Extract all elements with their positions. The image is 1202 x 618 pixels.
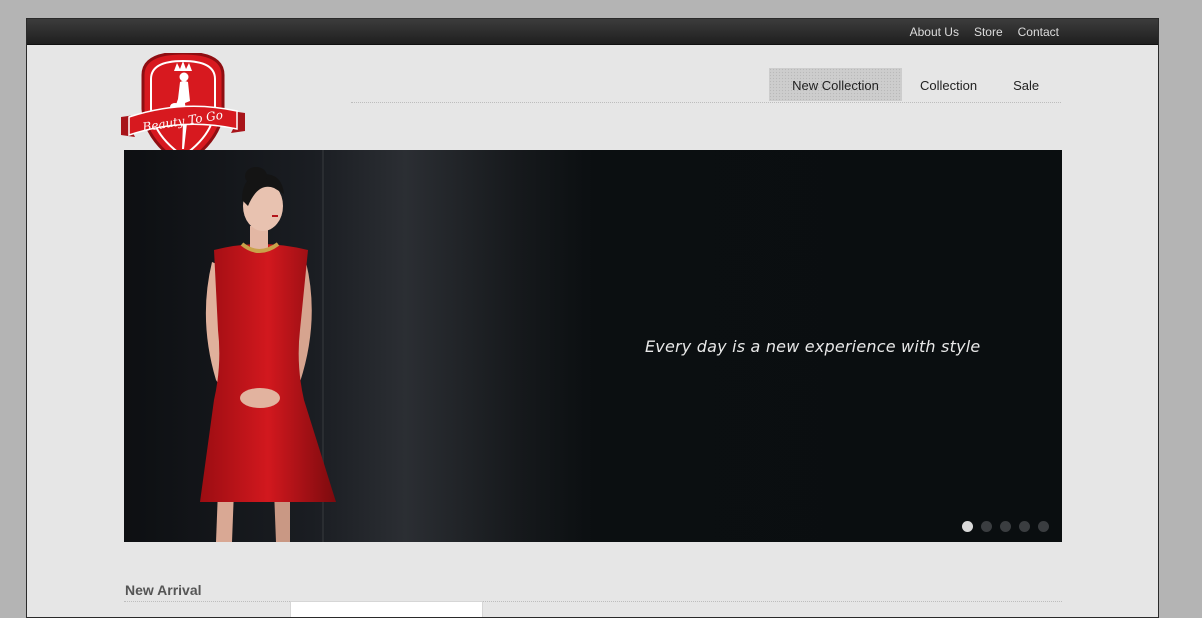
slider-dot-2[interactable]	[981, 521, 992, 532]
slider-dot-1[interactable]	[962, 521, 973, 532]
slider-dot-5[interactable]	[1038, 521, 1049, 532]
nav-collection[interactable]: Collection	[902, 68, 995, 101]
top-link-store[interactable]: Store	[974, 25, 1003, 39]
top-bar: About Us Store Contact	[27, 19, 1158, 45]
nav-divider	[351, 102, 1061, 103]
section-title: New Arrival	[125, 582, 202, 598]
top-link-about[interactable]: About Us	[910, 25, 959, 39]
slider-dots	[962, 521, 1049, 532]
brand-logo[interactable]: Beauty To Go	[121, 51, 245, 167]
section-divider	[124, 601, 1062, 602]
main-nav: New Collection Collection Sale	[769, 68, 1059, 101]
hero-tagline: Every day is a new experience with style	[645, 337, 981, 356]
nav-new-collection[interactable]: New Collection	[769, 68, 902, 101]
slider-dot-3[interactable]	[1000, 521, 1011, 532]
product-card[interactable]	[290, 601, 483, 617]
nav-sale[interactable]: Sale	[995, 68, 1059, 101]
browser-window: About Us Store Contact Beauty To Go New …	[26, 18, 1159, 618]
slider-dot-4[interactable]	[1019, 521, 1030, 532]
top-links: About Us Store Contact	[910, 25, 1059, 39]
top-link-contact[interactable]: Contact	[1018, 25, 1059, 39]
hero-slider[interactable]: Every day is a new experience with style	[124, 150, 1062, 542]
